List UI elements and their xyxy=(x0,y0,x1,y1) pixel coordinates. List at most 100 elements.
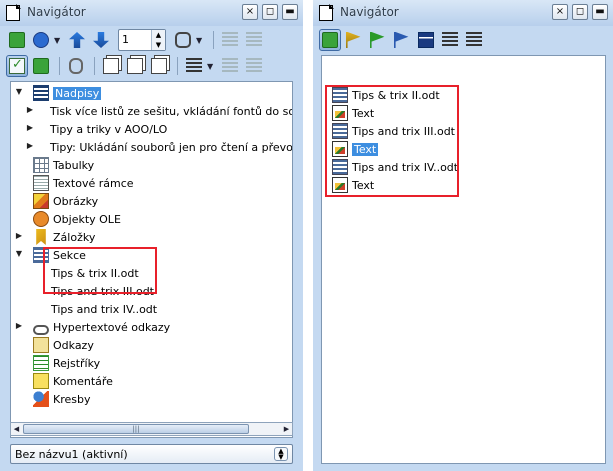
toggle-button[interactable] xyxy=(6,29,28,51)
insert-flag-button[interactable] xyxy=(343,29,365,51)
scroll-right-icon[interactable]: ▶ xyxy=(281,423,292,435)
chevron-down-icon[interactable]: ▼ xyxy=(196,36,204,45)
chevron-updown-icon[interactable]: ▲ ▼ xyxy=(274,447,288,461)
move-up-icon xyxy=(442,32,458,48)
tree-item-references[interactable]: Odkazy xyxy=(33,336,94,354)
spin-arrows[interactable]: ▲ ▼ xyxy=(151,30,165,50)
close-icon[interactable]: × xyxy=(552,4,568,20)
scroll-left-icon[interactable]: ◀ xyxy=(11,423,22,435)
insert-flag-green-button[interactable] xyxy=(367,29,389,51)
move-down-button[interactable] xyxy=(463,29,485,51)
toolbar-row-2: ▼ xyxy=(6,53,297,79)
horizontal-scrollbar[interactable]: ◀ ||| ▶ xyxy=(10,422,293,436)
expand-icon[interactable]: ▶ xyxy=(25,123,35,132)
navigation-button[interactable] xyxy=(30,29,52,51)
heading-levels-button[interactable] xyxy=(183,55,205,77)
chevron-down-icon[interactable]: ▼ xyxy=(207,62,215,71)
edit-button[interactable] xyxy=(415,29,437,51)
tree-item-label: Tisk více listů ze sešitu, vkládání font… xyxy=(50,104,292,118)
expand-icon[interactable]: ▶ xyxy=(25,105,35,114)
footer-button[interactable] xyxy=(124,55,146,77)
tree-item-heading[interactable]: Tisk více listů ze sešitu, vkládání font… xyxy=(50,102,292,120)
document-select[interactable]: Bez názvu1 (aktivní) ▲ ▼ xyxy=(10,444,293,464)
collapse-icon[interactable]: ▼ xyxy=(14,87,24,96)
move-up-button[interactable] xyxy=(219,55,241,77)
move-down-icon xyxy=(246,58,262,74)
promote-level-button[interactable] xyxy=(219,29,241,51)
tree-item-indexes[interactable]: Rejstříky xyxy=(33,354,100,372)
move-up-icon xyxy=(222,58,238,74)
anchor-button[interactable] xyxy=(148,55,170,77)
close-icon[interactable]: × xyxy=(242,4,258,20)
footer-icon xyxy=(127,58,143,74)
master-document-list[interactable]: Tips & trix II.odt Text Tips and trix II… xyxy=(321,55,606,464)
tree-item-tables[interactable]: Tabulky xyxy=(33,156,94,174)
tree-item-images[interactable]: Obrázky xyxy=(33,192,98,210)
header-button[interactable] xyxy=(100,55,122,77)
scrollbar-thumb[interactable]: ||| xyxy=(23,424,249,434)
tree-item-hyperlinks[interactable]: Hypertextové odkazy xyxy=(33,318,170,336)
flag-icon xyxy=(346,32,361,48)
headings-icon xyxy=(33,85,49,101)
tree-item-label: Kresby xyxy=(53,392,91,406)
expand-icon[interactable]: ▶ xyxy=(25,141,35,150)
move-up-button[interactable] xyxy=(439,29,461,51)
tree-item-label: Tipy: Ukládání souborů jen pro čtení a p… xyxy=(50,140,293,154)
title-bar[interactable]: Navigátor × ◻ ▬ xyxy=(313,0,613,26)
toolbar-row-1 xyxy=(319,27,607,53)
next-button[interactable] xyxy=(90,29,112,51)
page-number-value: 1 xyxy=(122,33,129,46)
insert-flag-blue-button[interactable] xyxy=(391,29,413,51)
demote-level-button[interactable] xyxy=(243,29,265,51)
tree-item-ole[interactable]: Objekty OLE xyxy=(33,210,121,228)
anchor-icon xyxy=(151,58,167,74)
separator xyxy=(213,31,214,49)
app-icon xyxy=(6,5,20,21)
toggle-icon xyxy=(322,32,338,48)
promote-icon xyxy=(222,32,238,48)
paperclip-icon xyxy=(69,58,83,74)
tree-item-headings[interactable]: Nadpisy xyxy=(33,84,102,102)
expand-icon[interactable]: ▶ xyxy=(14,231,24,240)
content-view-button[interactable] xyxy=(6,55,28,77)
window-title: Navigátor xyxy=(340,5,399,19)
index-icon xyxy=(33,355,49,371)
move-down-button[interactable] xyxy=(243,55,265,77)
tree-item-text-frames[interactable]: Textové rámce xyxy=(33,174,134,192)
link-icon xyxy=(175,32,191,48)
tree-item-label: Obrázky xyxy=(53,194,99,208)
chevron-down-icon[interactable]: ▼ xyxy=(54,36,62,45)
tree-item-section[interactable]: Tips and trix IV..odt xyxy=(51,300,157,318)
arrow-up-icon xyxy=(69,32,85,48)
restore-icon[interactable]: ◻ xyxy=(262,4,278,20)
attach-button[interactable] xyxy=(65,55,87,77)
ole-object-icon xyxy=(33,211,49,227)
tree-item-comments[interactable]: Komentáře xyxy=(33,372,113,390)
highlight-box xyxy=(43,247,157,294)
tree-item-label: Rejstříky xyxy=(53,356,101,370)
tree-item-label: Hypertextové odkazy xyxy=(53,320,171,334)
toggle-button[interactable] xyxy=(319,29,341,51)
minimize-icon[interactable]: ▬ xyxy=(282,4,298,20)
tree-item-bookmarks[interactable]: Záložky xyxy=(33,228,95,246)
edit-icon xyxy=(418,32,434,48)
page-number-stepper[interactable]: 1 ▲ ▼ xyxy=(118,29,166,51)
tree-item-heading[interactable]: Tipy: Ukládání souborů jen pro čtení a p… xyxy=(50,138,293,156)
content-tree[interactable]: ▼ Nadpisy ▶ Tisk více listů ze sešitu, v… xyxy=(10,81,293,438)
flag-green-icon xyxy=(370,32,385,48)
tree-item-label: Tabulky xyxy=(53,158,95,172)
restore-icon[interactable]: ◻ xyxy=(572,4,588,20)
bookmark-icon xyxy=(36,229,46,245)
tree-item-label: Tipy a triky v AOO/LO xyxy=(50,122,168,136)
tree-item-heading[interactable]: Tipy a triky v AOO/LO xyxy=(50,120,167,138)
set-reminder-button[interactable] xyxy=(30,55,52,77)
drawing-icon xyxy=(33,391,49,407)
tree-item-drawings[interactable]: Kresby xyxy=(33,390,91,408)
minimize-icon[interactable]: ▬ xyxy=(592,4,608,20)
collapse-icon[interactable]: ▼ xyxy=(14,249,24,258)
previous-button[interactable] xyxy=(66,29,88,51)
drag-mode-button[interactable] xyxy=(172,29,194,51)
reminder-icon xyxy=(33,58,49,74)
title-bar[interactable]: Navigátor × ◻ ▬ xyxy=(0,0,303,26)
expand-icon[interactable]: ▶ xyxy=(14,321,24,330)
